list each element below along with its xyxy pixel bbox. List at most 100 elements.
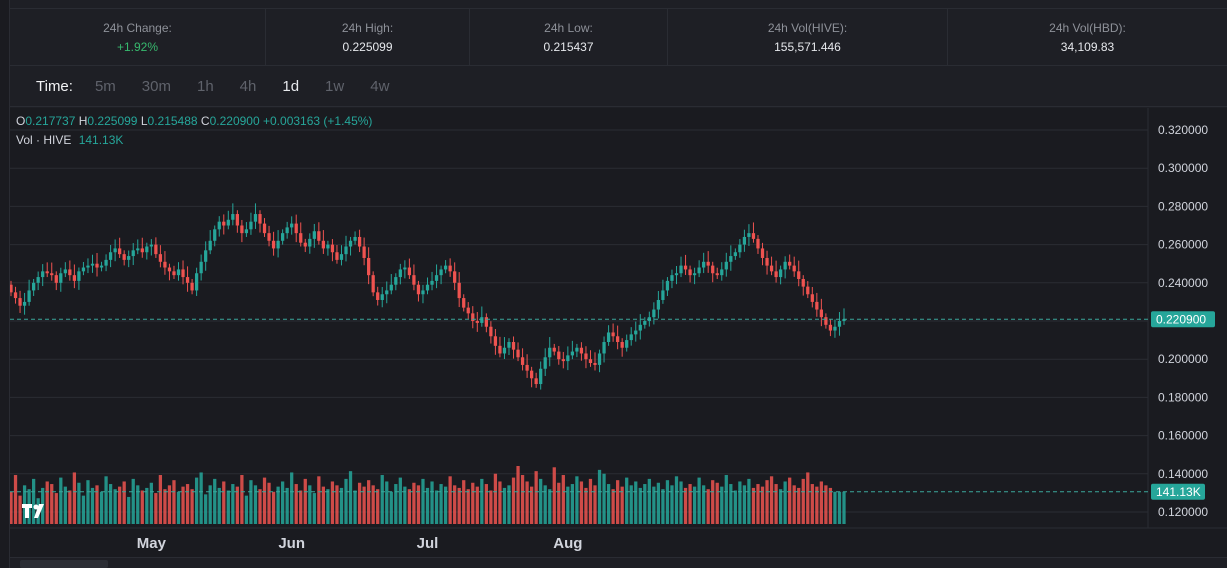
legend-high-key: H xyxy=(79,114,88,128)
volume-bar xyxy=(525,481,529,524)
candle-body xyxy=(434,275,439,281)
candle-body xyxy=(792,265,796,272)
scroll-thumb[interactable] xyxy=(20,560,108,568)
volume-bar xyxy=(290,472,294,524)
last-volume-badge: 141.13K xyxy=(1151,483,1205,500)
volume-bar xyxy=(502,487,507,524)
volume-bar xyxy=(783,481,787,524)
candle-body xyxy=(204,250,208,262)
volume-bar xyxy=(738,481,742,524)
stat-label: 24h Vol(HBD): xyxy=(1049,20,1126,35)
candle-body xyxy=(403,267,407,270)
candle-body xyxy=(692,273,697,276)
candle-body xyxy=(774,271,778,278)
candle-body xyxy=(407,267,412,276)
candle-body xyxy=(344,246,348,255)
last-price-badge: 0.220900 xyxy=(1151,311,1215,328)
candle-body xyxy=(367,257,371,276)
interval-4h[interactable]: 4h xyxy=(240,78,257,95)
volume-bar xyxy=(217,487,221,524)
candle-body xyxy=(742,236,747,245)
volume-bar xyxy=(711,480,715,524)
candle-body xyxy=(421,290,425,295)
volume-bar xyxy=(552,467,556,524)
candle-body xyxy=(308,238,312,247)
candle-body xyxy=(457,282,461,299)
candlestick-chart-svg[interactable]: 0.320000 0.300000 0.280000 0.260000 0.240000… xyxy=(10,108,1227,558)
candle-body xyxy=(122,254,126,260)
candle-body xyxy=(235,214,239,226)
volume-bar xyxy=(692,486,697,524)
candle-body xyxy=(253,214,258,222)
candle-body xyxy=(371,275,375,293)
candle-body xyxy=(81,267,86,272)
volume-bar xyxy=(751,487,756,524)
candle-body xyxy=(285,227,289,234)
volume-bar xyxy=(439,484,443,524)
candle-body xyxy=(543,357,547,369)
candle-body xyxy=(240,225,244,234)
volume-bar xyxy=(253,485,258,524)
candle-body xyxy=(819,309,823,318)
volume-bar xyxy=(475,486,479,524)
volume-bar xyxy=(50,484,54,524)
interval-1h[interactable]: 1h xyxy=(197,78,214,95)
stat-24h-high: 24h High: 0.225099 xyxy=(266,9,470,65)
candle-body xyxy=(131,250,135,257)
volume-bar xyxy=(271,491,276,524)
candle-body xyxy=(86,265,90,268)
ohlc-legend: O0.217737 H0.225099 L0.215488 C0.220900 … xyxy=(16,114,372,128)
volume-bar xyxy=(353,490,357,524)
interval-1w[interactable]: 1w xyxy=(325,78,344,95)
candle-body xyxy=(199,261,203,274)
candle-body xyxy=(611,332,615,337)
volume-bar xyxy=(249,480,253,524)
volume-bar xyxy=(394,484,398,524)
volume-bar xyxy=(59,477,63,524)
candle-body xyxy=(720,269,724,276)
candle-body xyxy=(167,267,172,272)
candle-body xyxy=(620,342,624,348)
candle-body xyxy=(584,353,588,360)
candle-body xyxy=(22,301,27,306)
stat-label: 24h Change: xyxy=(103,20,172,35)
candle-body xyxy=(13,292,18,299)
candle-body xyxy=(394,277,398,285)
candle-body xyxy=(534,378,538,385)
time-tick-label: May xyxy=(137,535,167,552)
volume-bar xyxy=(606,484,611,524)
candle-body xyxy=(299,233,303,243)
candle-body xyxy=(670,275,674,281)
volume-bar xyxy=(72,472,77,524)
chart-grid xyxy=(10,108,1227,529)
candle-body xyxy=(77,271,81,281)
interval-30m[interactable]: 30m xyxy=(142,78,171,95)
interval-1d[interactable]: 1d xyxy=(282,78,299,95)
volume-bar xyxy=(819,481,823,524)
candle-body xyxy=(425,284,430,291)
candle-body xyxy=(326,244,330,249)
interval-4w[interactable]: 4w xyxy=(370,78,389,95)
candle-body xyxy=(629,334,633,341)
volume-bar xyxy=(13,475,18,524)
volume-bar xyxy=(462,480,466,524)
time-scrollbar[interactable] xyxy=(10,557,1227,568)
volume-bar xyxy=(597,469,602,524)
interval-5m[interactable]: 5m xyxy=(95,78,116,95)
legend-open-value: 0.217737 xyxy=(25,114,75,128)
volume-bar xyxy=(407,489,412,524)
volume-bar xyxy=(90,487,95,524)
volume-bar xyxy=(453,485,457,524)
candle-body xyxy=(36,277,40,283)
candle-body xyxy=(539,368,543,385)
volume-bar xyxy=(95,485,99,524)
stat-value: +1.92% xyxy=(116,39,159,54)
volume-bar xyxy=(480,478,484,524)
stat-24h-change: 24h Change: +1.92% xyxy=(10,9,266,65)
volume-bar xyxy=(729,484,733,524)
volume-bar xyxy=(154,493,158,524)
candle-body xyxy=(588,359,593,364)
candle-body xyxy=(290,223,294,228)
candle-body xyxy=(303,242,307,247)
price-chart[interactable]: 0.320000 0.300000 0.280000 0.260000 0.240000… xyxy=(10,108,1227,558)
